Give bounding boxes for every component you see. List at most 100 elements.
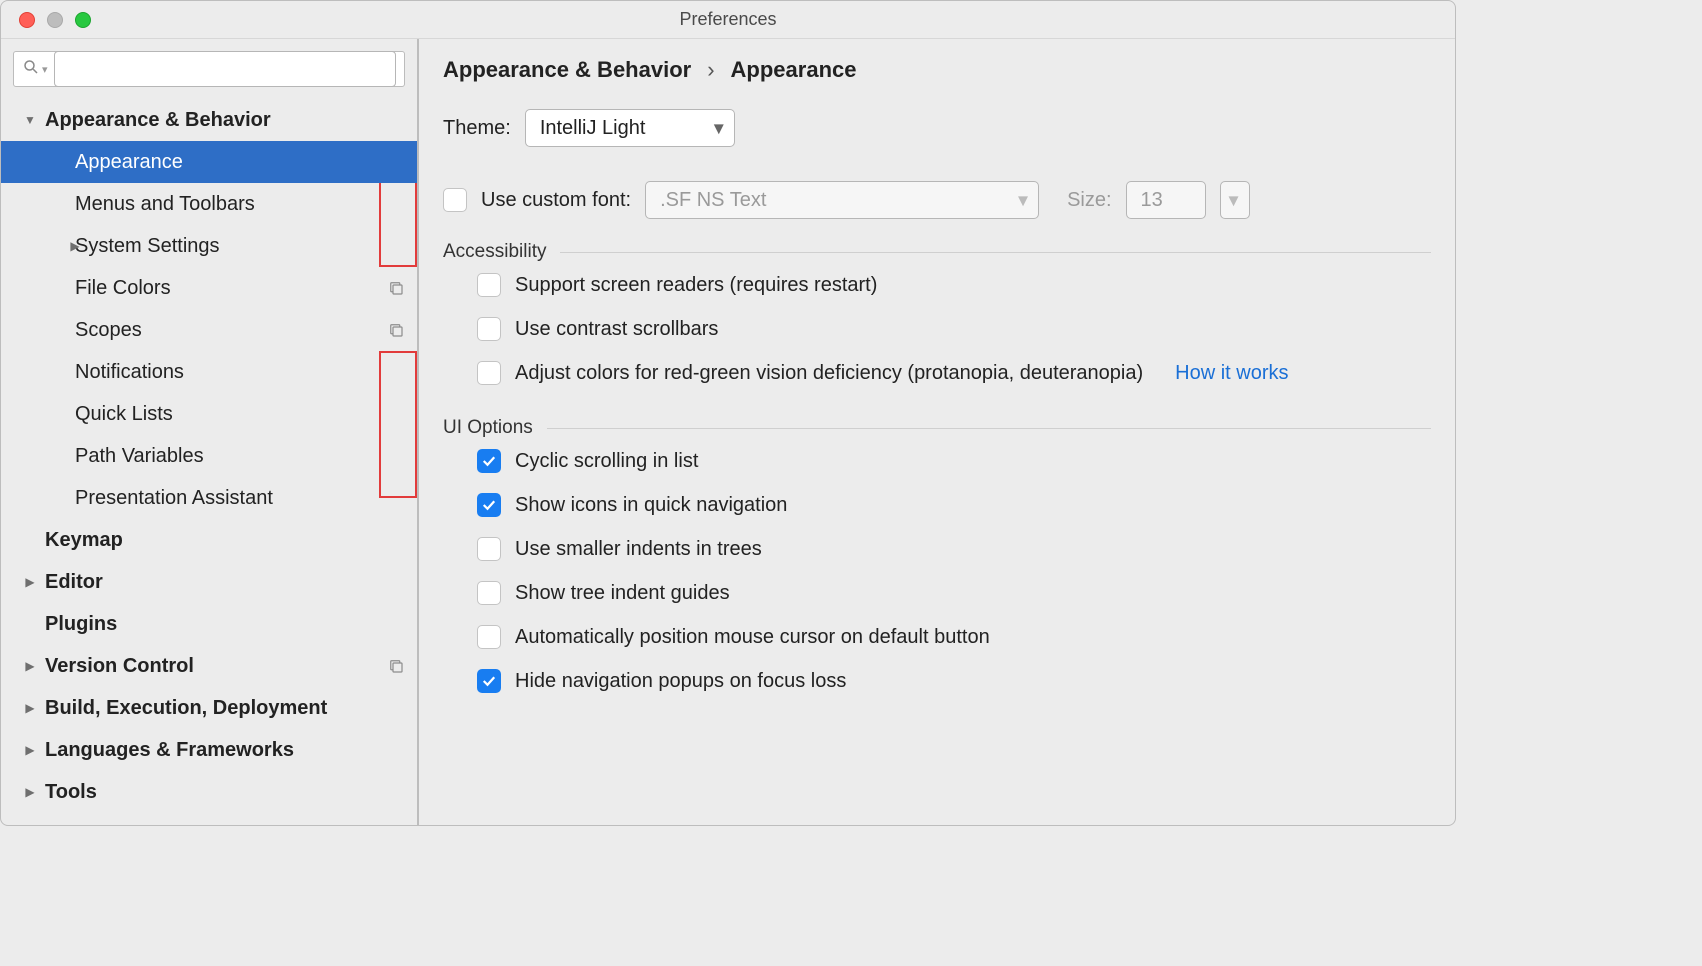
font-size-stepper[interactable]: ▾ [1220,181,1250,219]
traffic-lights [1,12,91,28]
chevron-down-icon: ▾ [714,116,724,141]
search-input[interactable] [54,51,396,87]
tree-item-label: Editor [45,571,103,594]
chevron-right-icon: › [707,57,714,83]
tree-item-version-control[interactable]: ▶ Version Control [1,645,417,687]
chevron-down-icon: ▾ [1018,188,1028,213]
tree-item-quick-lists[interactable]: Quick Lists [1,393,417,435]
chevron-down-icon: ▾ [42,63,48,76]
preferences-sidebar: ▾ ▼ Appearance & Behavior AppearanceMenus … [1,39,419,825]
tree-item-system-settings[interactable]: ▶System Settings [1,225,417,267]
preferences-window: Preferences ▾ ▼Appearance & BehaviorAppe… [0,0,1456,826]
checkbox[interactable] [477,361,501,385]
custom-font-value: .SF NS Text [660,189,766,212]
tree-item-label: File Colors [75,277,171,300]
checkbox[interactable] [477,625,501,649]
ui-options-section-header: UI Options [443,417,1431,439]
theme-value: IntelliJ Light [540,117,646,140]
checkbox[interactable] [477,317,501,341]
tree-item-file-colors[interactable]: File Colors [1,267,417,309]
theme-label: Theme: [443,117,511,140]
checkbox[interactable] [477,273,501,297]
font-size-field[interactable]: 13 [1126,181,1206,219]
tree-item-appearance-behavior[interactable]: ▼ Appearance & Behavior [1,99,417,141]
tree-item-plugins[interactable]: Plugins [1,603,417,645]
breadcrumb: Appearance & Behavior › Appearance [443,57,1431,83]
preferences-tree[interactable]: ▼ Appearance & Behavior AppearanceMenus an… [1,97,417,825]
tree-item-languages-frameworks[interactable]: ▶ Languages & Frameworks [1,729,417,771]
tree-item-label: Keymap [45,529,123,552]
shared-settings-icon [387,321,405,339]
close-window-button[interactable] [19,12,35,28]
option-row: Cyclic scrolling in list [443,439,1431,483]
option-row: Support screen readers (requires restart… [443,263,1431,307]
checkbox[interactable] [477,669,501,693]
tree-item-presentation-assistant[interactable]: Presentation Assistant [1,477,417,519]
option-label: Use smaller indents in trees [515,538,762,561]
minimize-window-button[interactable] [47,12,63,28]
tree-item-label: Version Control [45,655,194,678]
theme-select[interactable]: IntelliJ Light ▾ [525,109,735,147]
chevron-right-icon: ▶ [21,701,39,715]
option-row: Use contrast scrollbars [443,307,1431,351]
checkbox[interactable] [477,581,501,605]
tree-item-build-execution-deployment[interactable]: ▶ Build, Execution, Deployment [1,687,417,729]
accessibility-section-header: Accessibility [443,241,1431,263]
tree-item-path-variables[interactable]: Path Variables [1,435,417,477]
shared-settings-icon [387,657,405,675]
tree-item-label: Languages & Frameworks [45,739,294,762]
tree-item-editor[interactable]: ▶ Editor [1,561,417,603]
search-field[interactable]: ▾ [13,51,405,87]
section-title: Accessibility [443,241,546,263]
breadcrumb-parent: Appearance & Behavior [443,57,691,83]
tree-item-label: Notifications [75,361,184,384]
section-title: UI Options [443,417,533,439]
tree-item-label: Build, Execution, Deployment [45,697,327,720]
tree-item-label: Scopes [75,319,142,342]
chevron-right-icon: ▶ [21,785,39,799]
chevron-down-icon: ▾ [1228,188,1238,213]
use-custom-font-label: Use custom font: [481,189,631,212]
breadcrumb-current: Appearance [731,57,857,83]
option-row: Automatically position mouse cursor on d… [443,615,1431,659]
chevron-right-icon: ▶ [21,743,39,757]
tree-item-appearance[interactable]: Appearance [1,141,417,183]
option-row: Adjust colors for red-green vision defic… [443,351,1431,395]
divider [560,252,1431,253]
tree-item-scopes[interactable]: Scopes [1,309,417,351]
option-label: Support screen readers (requires restart… [515,274,877,297]
tree-item-label: Appearance & Behavior [45,109,271,132]
chevron-down-icon: ▼ [21,113,39,127]
checkbox[interactable] [477,449,501,473]
tree-item-label: Path Variables [75,445,204,468]
chevron-right-icon: ▶ [21,659,39,673]
checkbox[interactable] [477,537,501,561]
checkbox[interactable] [477,493,501,517]
option-row: Show tree indent guides [443,571,1431,615]
option-label: Automatically position mouse cursor on d… [515,626,990,649]
tree-item-label: Plugins [45,613,117,636]
use-custom-font-checkbox[interactable] [443,188,467,212]
tree-item-label: System Settings [75,235,220,258]
option-label: Hide navigation popups on focus loss [515,670,846,693]
option-label: Use contrast scrollbars [515,318,718,341]
tree-item-label: Presentation Assistant [75,487,273,510]
tree-item-notifications[interactable]: Notifications [1,351,417,393]
option-row: Show icons in quick navigation [443,483,1431,527]
option-label: Adjust colors for red-green vision defic… [515,362,1143,385]
zoom-window-button[interactable] [75,12,91,28]
tree-item-tools[interactable]: ▶Tools [1,771,417,813]
font-size-label: Size: [1067,189,1111,212]
search-icon [22,58,40,81]
custom-font-select[interactable]: .SF NS Text ▾ [645,181,1039,219]
option-row: Use smaller indents in trees [443,527,1431,571]
tree-item-menus-and-toolbars[interactable]: Menus and Toolbars [1,183,417,225]
titlebar: Preferences [1,1,1455,39]
window-title: Preferences [1,9,1455,30]
chevron-right-icon: ▶ [21,575,39,589]
how-it-works-link[interactable]: How it works [1175,362,1288,385]
tree-item-label: Quick Lists [75,403,173,426]
shared-settings-icon [387,279,405,297]
tree-item-keymap[interactable]: Keymap [1,519,417,561]
option-label: Cyclic scrolling in list [515,450,698,473]
